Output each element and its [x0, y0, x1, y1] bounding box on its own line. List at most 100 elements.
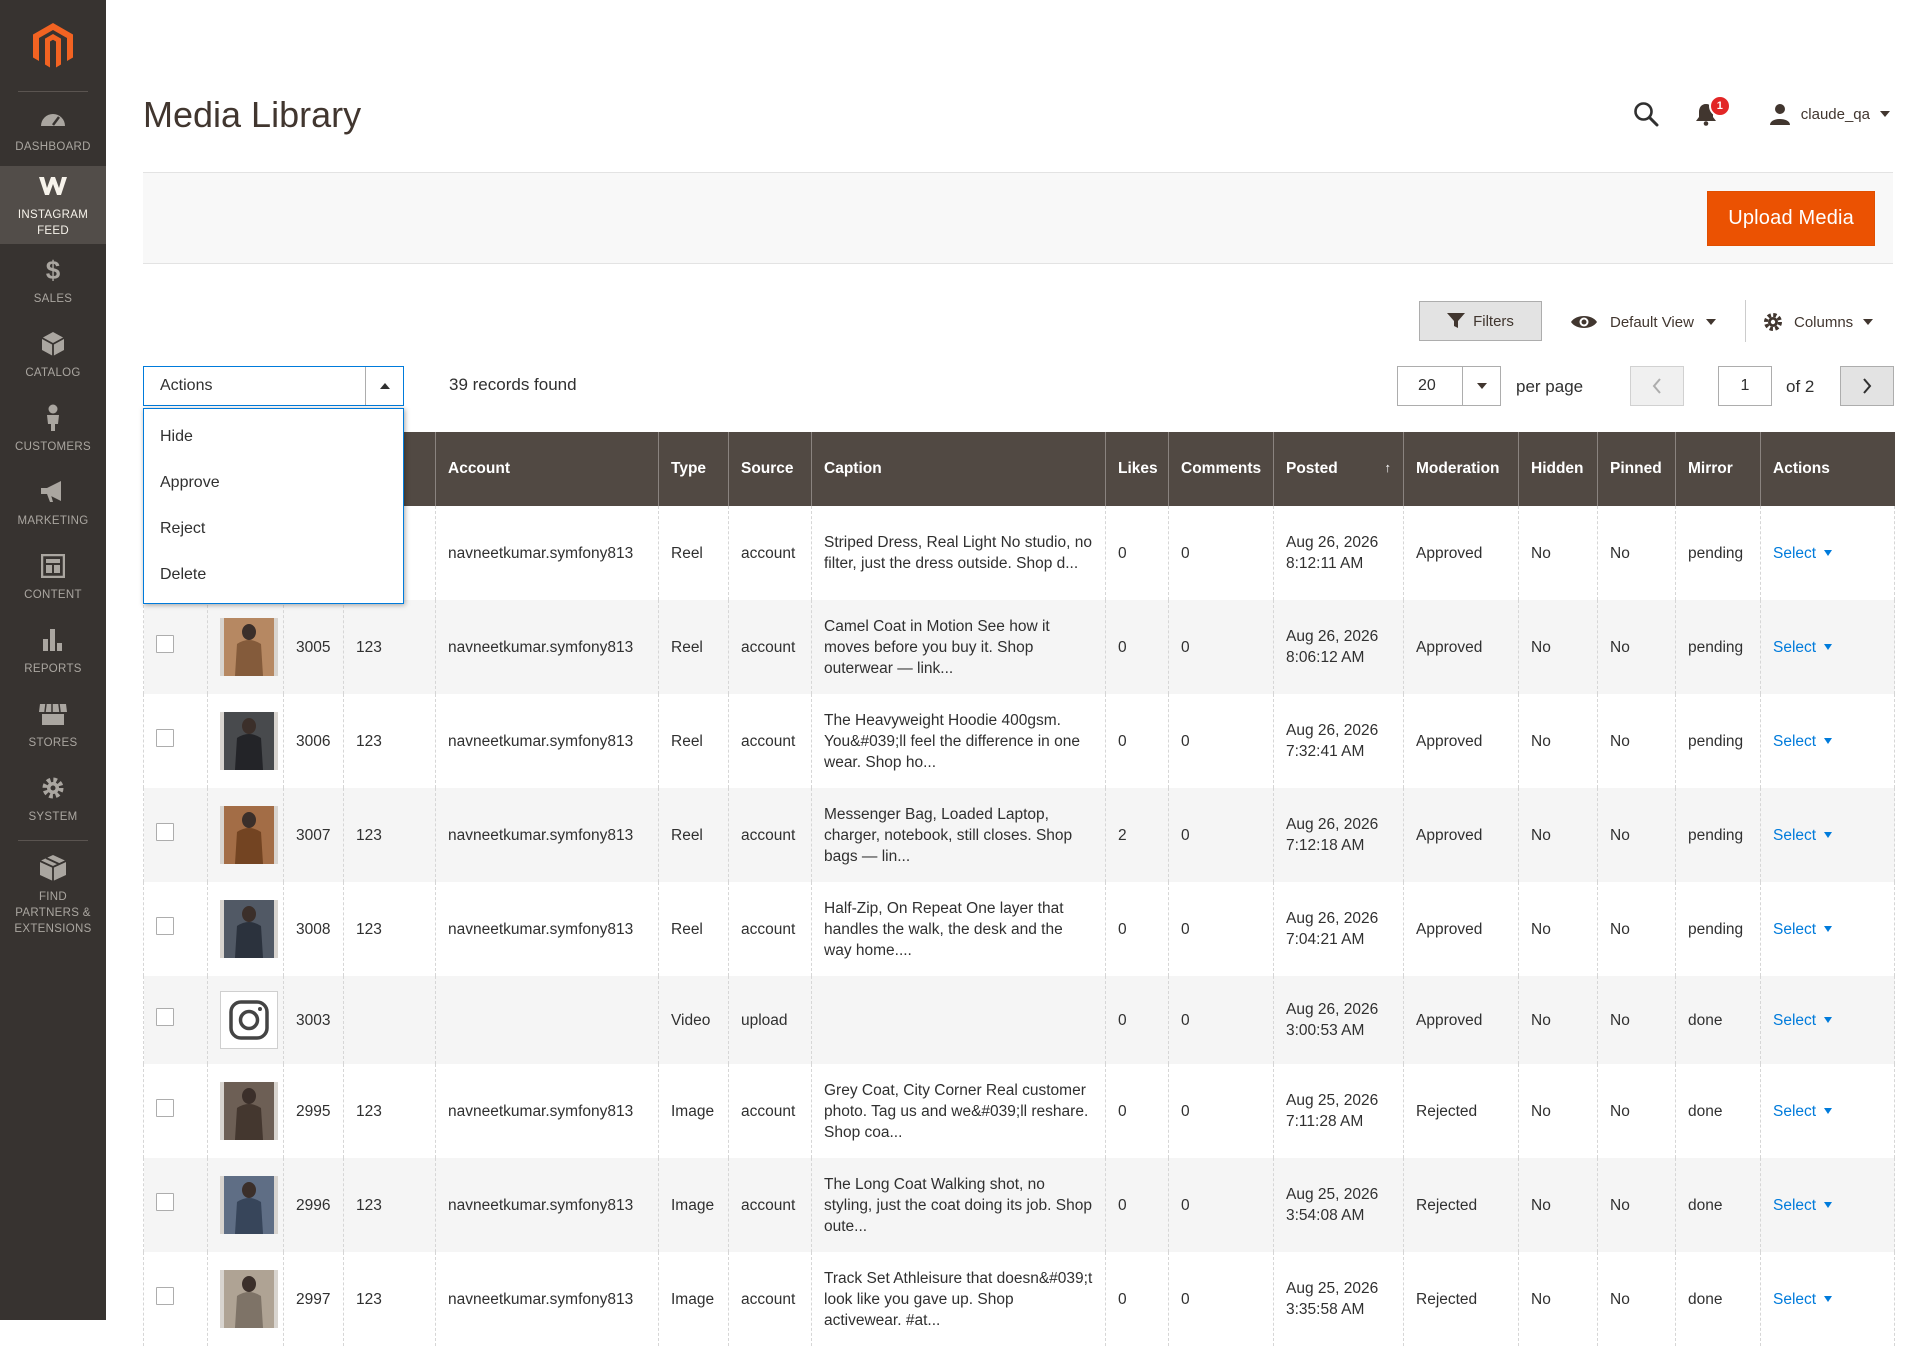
- media-thumbnail[interactable]: [220, 1082, 278, 1140]
- column-header-label: Likes: [1118, 460, 1158, 477]
- column-header-likes[interactable]: Likes: [1105, 432, 1169, 506]
- row-actions-select[interactable]: Select: [1773, 543, 1833, 564]
- sidebar-item-instagram-feed[interactable]: INSTAGRAM FEED: [0, 166, 106, 244]
- row-actions-label: Select: [1773, 1011, 1817, 1029]
- notifications-bell-icon[interactable]: 1: [1689, 95, 1731, 131]
- upload-media-button[interactable]: Upload Media: [1707, 191, 1875, 246]
- action-option-approve[interactable]: Approve: [144, 460, 403, 506]
- row-select-cell: [143, 1252, 208, 1346]
- sidebar-item-customers[interactable]: CUSTOMERS: [0, 392, 106, 466]
- posted-time: 8:06:12 AM: [1286, 649, 1365, 666]
- likes-cell: 0: [1105, 882, 1169, 976]
- row-checkbox[interactable]: [156, 1099, 174, 1117]
- table-row[interactable]: 3003 Video upload 0 0 Aug 26, 2026 3:00:53 AM A…: [143, 976, 1895, 1064]
- next-page-button[interactable]: [1840, 366, 1894, 406]
- column-header-pinned[interactable]: Pinned: [1597, 432, 1676, 506]
- row-actions-select[interactable]: Select: [1773, 1101, 1833, 1122]
- table-row[interactable]: 3006 123 navneetkumar.symfony813 Reel accoun…: [143, 694, 1895, 788]
- table-row[interactable]: 2996 123 navneetkumar.symfony813 Image accou…: [143, 1158, 1895, 1252]
- svg-text:$: $: [46, 256, 61, 284]
- row-actions-select[interactable]: Select: [1773, 1010, 1833, 1031]
- chevron-down-icon: [1824, 926, 1833, 932]
- chevron-down-icon: [1824, 1017, 1833, 1023]
- column-header-source[interactable]: Source: [728, 432, 812, 506]
- source-cell: account: [728, 882, 812, 976]
- chevron-down-icon: [1824, 1202, 1833, 1208]
- dropdown-toggle[interactable]: [365, 367, 403, 405]
- table-row[interactable]: 2995 123 navneetkumar.symfony813 Image accou…: [143, 1064, 1895, 1158]
- media-thumbnail[interactable]: [220, 991, 278, 1049]
- sidebar-item-reports[interactable]: REPORTS: [0, 614, 106, 688]
- magento-logo[interactable]: [18, 0, 88, 92]
- posted-time: 7:11:28 AM: [1286, 1113, 1364, 1130]
- chevron-down-icon: [1824, 832, 1833, 838]
- column-header-type[interactable]: Type: [658, 432, 729, 506]
- hidden-cell: No: [1518, 1064, 1598, 1158]
- row-checkbox[interactable]: [156, 823, 174, 841]
- posted-time: 3:54:08 AM: [1286, 1207, 1365, 1224]
- column-header-comments[interactable]: Comments: [1168, 432, 1274, 506]
- previous-page-button[interactable]: [1630, 366, 1684, 406]
- column-header-hidden[interactable]: Hidden: [1518, 432, 1598, 506]
- person-icon: [38, 403, 68, 433]
- sidebar-item-content[interactable]: CONTENT: [0, 540, 106, 614]
- table-row[interactable]: 2997 123 navneetkumar.symfony813 Image accou…: [143, 1252, 1895, 1346]
- table-row[interactable]: 3007 123 navneetkumar.symfony813 Reel accoun…: [143, 788, 1895, 882]
- hidden-cell: No: [1518, 1158, 1598, 1252]
- account-cell: [435, 976, 659, 1064]
- media-thumbnail[interactable]: [220, 712, 278, 770]
- mass-actions-dropdown[interactable]: Actions: [143, 366, 404, 406]
- row-checkbox[interactable]: [156, 635, 174, 653]
- likes-cell: 0: [1105, 1252, 1169, 1346]
- column-header-posted[interactable]: Posted ↑: [1273, 432, 1404, 506]
- media-thumbnail[interactable]: [220, 1176, 278, 1234]
- column-header-actions[interactable]: Actions: [1760, 432, 1895, 506]
- sidebar-item-marketing[interactable]: MARKETING: [0, 466, 106, 540]
- search-icon[interactable]: [1629, 97, 1663, 131]
- row-checkbox[interactable]: [156, 729, 174, 747]
- user-account-menu[interactable]: claude_qa: [1769, 103, 1890, 125]
- sidebar-item-stores[interactable]: STORES: [0, 688, 106, 762]
- row-actions-select[interactable]: Select: [1773, 637, 1833, 658]
- sidebar-item-catalog[interactable]: CATALOG: [0, 318, 106, 392]
- row-actions-select[interactable]: Select: [1773, 825, 1833, 846]
- row-checkbox[interactable]: [156, 1193, 174, 1211]
- comments-cell: 0: [1168, 1252, 1274, 1346]
- table-row[interactable]: 3008 123 navneetkumar.symfony813 Reel accoun…: [143, 882, 1895, 976]
- per-page-toggle[interactable]: [1462, 367, 1500, 405]
- sidebar-item-dashboard[interactable]: DASHBOARD: [0, 92, 106, 166]
- posted-cell: Aug 26, 2026 8:06:12 AM: [1273, 600, 1404, 694]
- sidebar-item-system[interactable]: SYSTEM: [0, 762, 106, 836]
- caption-cell: The Heavyweight Hoodie 400gsm. You&#039;…: [811, 694, 1106, 788]
- columns-button[interactable]: Columns: [1762, 305, 1874, 339]
- action-option-delete[interactable]: Delete: [144, 552, 403, 598]
- page-number-input[interactable]: 1: [1718, 366, 1772, 406]
- media-thumbnail[interactable]: [220, 806, 278, 864]
- media-thumbnail[interactable]: [220, 618, 278, 676]
- row-actions-select[interactable]: Select: [1773, 1195, 1833, 1216]
- column-header-label: Posted: [1286, 460, 1338, 477]
- sidebar-item-sales[interactable]: $ SALES: [0, 244, 106, 318]
- action-option-reject[interactable]: Reject: [144, 506, 403, 552]
- media-thumbnail[interactable]: [220, 1270, 278, 1328]
- sidebar-item-find-partners-extensions[interactable]: FIND PARTNERS & EXTENSIONS: [0, 845, 106, 945]
- row-checkbox[interactable]: [156, 1287, 174, 1305]
- media-thumbnail[interactable]: [220, 900, 278, 958]
- row-checkbox[interactable]: [156, 917, 174, 935]
- account-id-cell: 123: [343, 1064, 436, 1158]
- row-actions-select[interactable]: Select: [1773, 731, 1833, 752]
- view-switcher[interactable]: Default View: [1570, 305, 1716, 339]
- column-header-label: Caption: [824, 460, 882, 477]
- column-header-moderation[interactable]: Moderation: [1403, 432, 1519, 506]
- row-checkbox[interactable]: [156, 1008, 174, 1026]
- row-actions-select[interactable]: Select: [1773, 1289, 1833, 1310]
- column-header-account[interactable]: Account: [435, 432, 659, 506]
- column-header-mirror[interactable]: Mirror: [1675, 432, 1761, 506]
- column-header-caption[interactable]: Caption: [811, 432, 1106, 506]
- filters-button[interactable]: Filters: [1419, 301, 1542, 341]
- per-page-select[interactable]: 20: [1397, 366, 1501, 406]
- table-row[interactable]: 3005 123 navneetkumar.symfony813 Reel accoun…: [143, 600, 1895, 694]
- row-actions-select[interactable]: Select: [1773, 919, 1833, 940]
- table-row[interactable]: navneetkumar.symfony813 Reel account Stripe…: [143, 506, 1895, 600]
- action-option-hide[interactable]: Hide: [144, 414, 403, 460]
